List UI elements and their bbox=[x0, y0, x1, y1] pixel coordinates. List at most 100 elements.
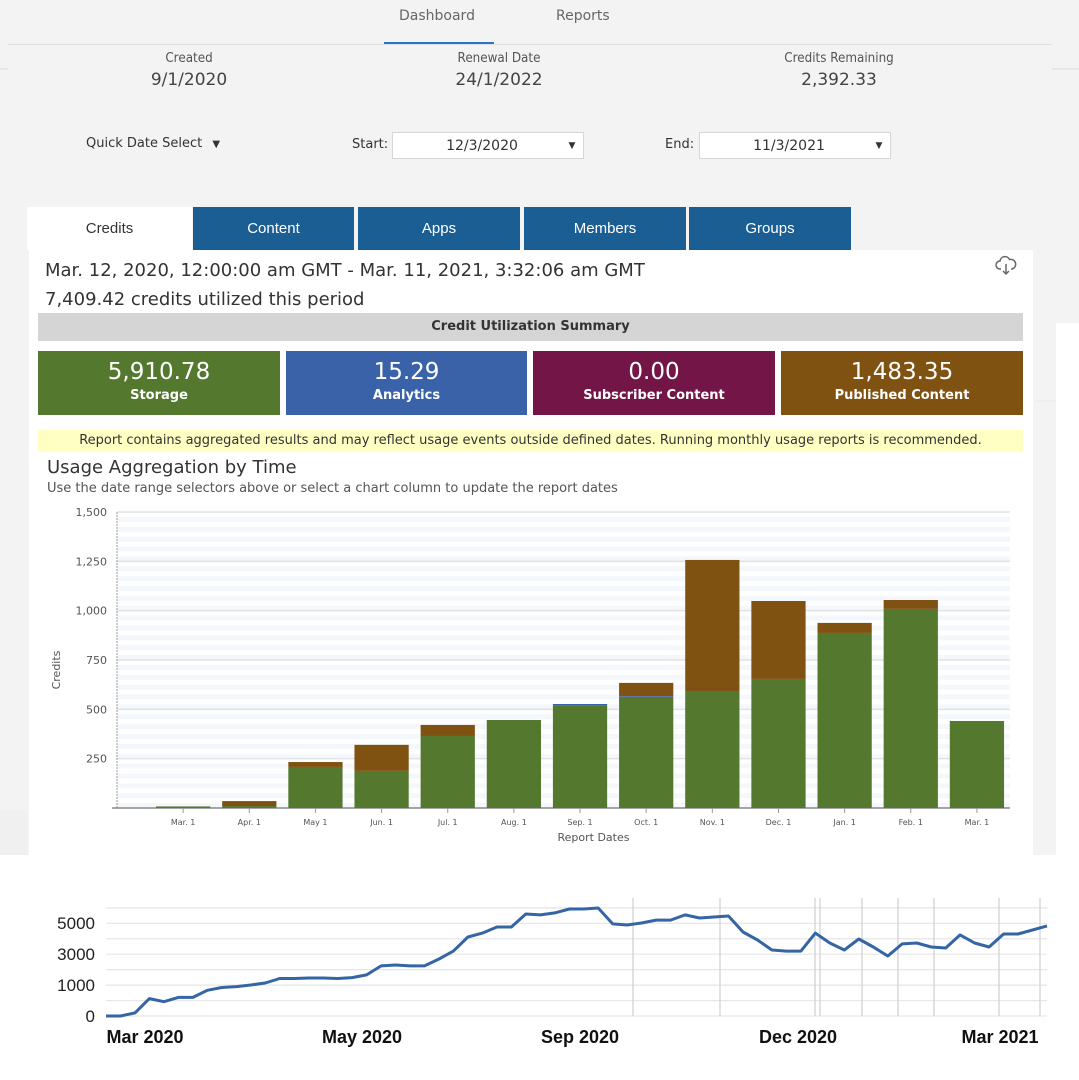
y-tick-label: 1000 bbox=[57, 976, 95, 995]
bar-segment-published-content bbox=[420, 724, 475, 736]
credits-line bbox=[106, 906, 1048, 1018]
start-label: Start: bbox=[352, 137, 389, 152]
caret-down-icon: ▼ bbox=[568, 140, 576, 151]
top-nav: Dashboard Reports bbox=[0, 0, 1079, 46]
bar-segment-published-content bbox=[619, 682, 674, 697]
bar-segment-storage bbox=[817, 632, 872, 808]
side-panel bbox=[1056, 323, 1079, 856]
chart-subtitle: Use the date range selectors above or se… bbox=[47, 481, 618, 496]
tile-label: Analytics bbox=[372, 388, 441, 403]
y-tick-label: 0 bbox=[86, 1007, 95, 1026]
x-tick-label: Jun. 1 bbox=[369, 818, 393, 827]
tile-subscriber-content: 0.00 Subscriber Content bbox=[533, 351, 775, 415]
x-tick-label: Nov. 1 bbox=[700, 818, 725, 827]
tile-value: 5,910.78 bbox=[107, 359, 211, 385]
stat-label: Renewal Date bbox=[457, 51, 541, 66]
grid-stripe bbox=[117, 566, 1010, 572]
tile-value: 1,483.35 bbox=[850, 359, 954, 385]
tile-value: 0.00 bbox=[628, 359, 680, 385]
bar-segment-storage bbox=[288, 766, 343, 808]
stat-value: 9/1/2020 bbox=[150, 70, 228, 90]
report-period: Mar. 12, 2020, 12:00:00 am GMT - Mar. 11… bbox=[45, 260, 645, 281]
bar-segment-published-content bbox=[222, 801, 277, 807]
x-tick-label: Sep. 1 bbox=[567, 818, 592, 827]
account-stats: Created 9/1/2020 Renewal Date 24/1/2022 … bbox=[8, 45, 1052, 105]
x-tick-label: Mar 2020 bbox=[106, 1027, 183, 1047]
x-tick-label: May 1 bbox=[303, 818, 327, 827]
chart-title: Usage Aggregation by Time bbox=[47, 457, 297, 478]
bar-segment-storage bbox=[156, 806, 211, 808]
grid-stripe bbox=[117, 576, 1010, 582]
grid-stripe bbox=[117, 516, 1010, 522]
bar-segment-storage bbox=[883, 608, 938, 808]
bar-segment-storage bbox=[619, 696, 674, 808]
x-tick-label: Mar. 1 bbox=[171, 818, 196, 827]
x-tick-label: Apr. 1 bbox=[238, 818, 261, 827]
stat-label: Credits Remaining bbox=[784, 51, 894, 66]
start-date-picker[interactable]: 12/3/2020 ▼ bbox=[392, 132, 584, 159]
grid-stripe bbox=[117, 674, 1010, 680]
stat-created: Created 9/1/2020 bbox=[59, 51, 319, 90]
grid-stripe bbox=[117, 645, 1010, 651]
y-tick-label: 1,000 bbox=[76, 605, 108, 618]
usage-bar-chart: 250 500 750 1,000 1,250 1,500 Mar. 1 Apr. 1 May … bbox=[50, 506, 1010, 844]
grid-stripe bbox=[117, 586, 1010, 591]
x-tick-label: Feb. 1 bbox=[899, 818, 923, 827]
tile-label: Published Content bbox=[834, 388, 970, 403]
tab-members[interactable]: Members bbox=[524, 207, 686, 250]
stat-value: 24/1/2022 bbox=[455, 70, 543, 90]
grid-stripe bbox=[117, 664, 1010, 670]
x-tick-label: Mar 2021 bbox=[961, 1027, 1038, 1047]
bar-segment-storage bbox=[949, 720, 1005, 808]
cloud-download-icon[interactable] bbox=[995, 255, 1017, 277]
end-date-picker[interactable]: 11/3/2021 ▼ bbox=[699, 132, 891, 159]
stat-label: Created bbox=[165, 51, 213, 66]
tab-credits[interactable]: Credits bbox=[27, 207, 192, 250]
bar-segment-published-content bbox=[883, 600, 938, 609]
bar-segment-analytics bbox=[619, 696, 674, 697]
x-tick-label: May 2020 bbox=[322, 1027, 402, 1047]
tile-storage: 5,910.78 Storage bbox=[38, 351, 280, 415]
tile-label: Storage bbox=[130, 388, 188, 403]
tab-content[interactable]: Content bbox=[193, 207, 354, 250]
y-tick-label: 3000 bbox=[57, 945, 95, 964]
y-tick-label: 5000 bbox=[57, 914, 95, 933]
bar-segment-storage bbox=[486, 719, 542, 808]
summary-header: Credit Utilization Summary bbox=[38, 313, 1023, 341]
y-axis-title: Credits bbox=[50, 650, 63, 689]
bar-segment-published-content bbox=[817, 622, 872, 633]
tab-groups[interactable]: Groups bbox=[689, 207, 851, 250]
grid-stripe bbox=[117, 546, 1010, 552]
end-label: End: bbox=[665, 137, 695, 152]
quick-date-select[interactable]: Quick Date Select ▼ bbox=[86, 136, 220, 151]
nav-tab-dashboard[interactable]: Dashboard bbox=[399, 8, 475, 24]
bar-segment-storage bbox=[420, 735, 475, 808]
x-tick-label: Mar. 1 bbox=[965, 818, 990, 827]
tab-apps[interactable]: Apps bbox=[358, 207, 520, 250]
tile-value: 15.29 bbox=[373, 359, 440, 385]
caret-down-icon: ▼ bbox=[212, 139, 221, 150]
tile-analytics: 15.29 Analytics bbox=[286, 351, 527, 415]
notice-banner: Report contains aggregated results and m… bbox=[38, 430, 1023, 452]
stat-value: 2,392.33 bbox=[801, 70, 877, 90]
y-tick-label: 250 bbox=[86, 753, 107, 766]
x-axis-title: Report Dates bbox=[558, 831, 630, 844]
stat-renewal-date: Renewal Date 24/1/2022 bbox=[369, 51, 629, 90]
y-tick-label: 500 bbox=[86, 703, 107, 716]
bar-segment-published-content bbox=[288, 762, 343, 767]
x-tick-label: Dec 2020 bbox=[759, 1027, 837, 1047]
x-tick-label: Aug. 1 bbox=[501, 818, 527, 827]
grid-stripe bbox=[117, 625, 1010, 631]
quick-date-select-label: Quick Date Select bbox=[86, 136, 203, 151]
grid-stripe bbox=[117, 694, 1010, 700]
y-tick-label: 1,250 bbox=[76, 555, 108, 568]
tile-published-content: 1,483.35 Published Content bbox=[781, 351, 1023, 415]
grid-stripe bbox=[117, 536, 1010, 542]
bar-segment-storage bbox=[751, 678, 806, 808]
nav-tab-reports[interactable]: Reports bbox=[556, 8, 610, 24]
grid-stripe bbox=[117, 595, 1010, 601]
bar-segment-storage bbox=[685, 690, 740, 808]
bar-segment-published-content bbox=[685, 559, 740, 691]
grid-stripe bbox=[117, 635, 1010, 641]
bar-segment-published-content bbox=[751, 600, 806, 679]
